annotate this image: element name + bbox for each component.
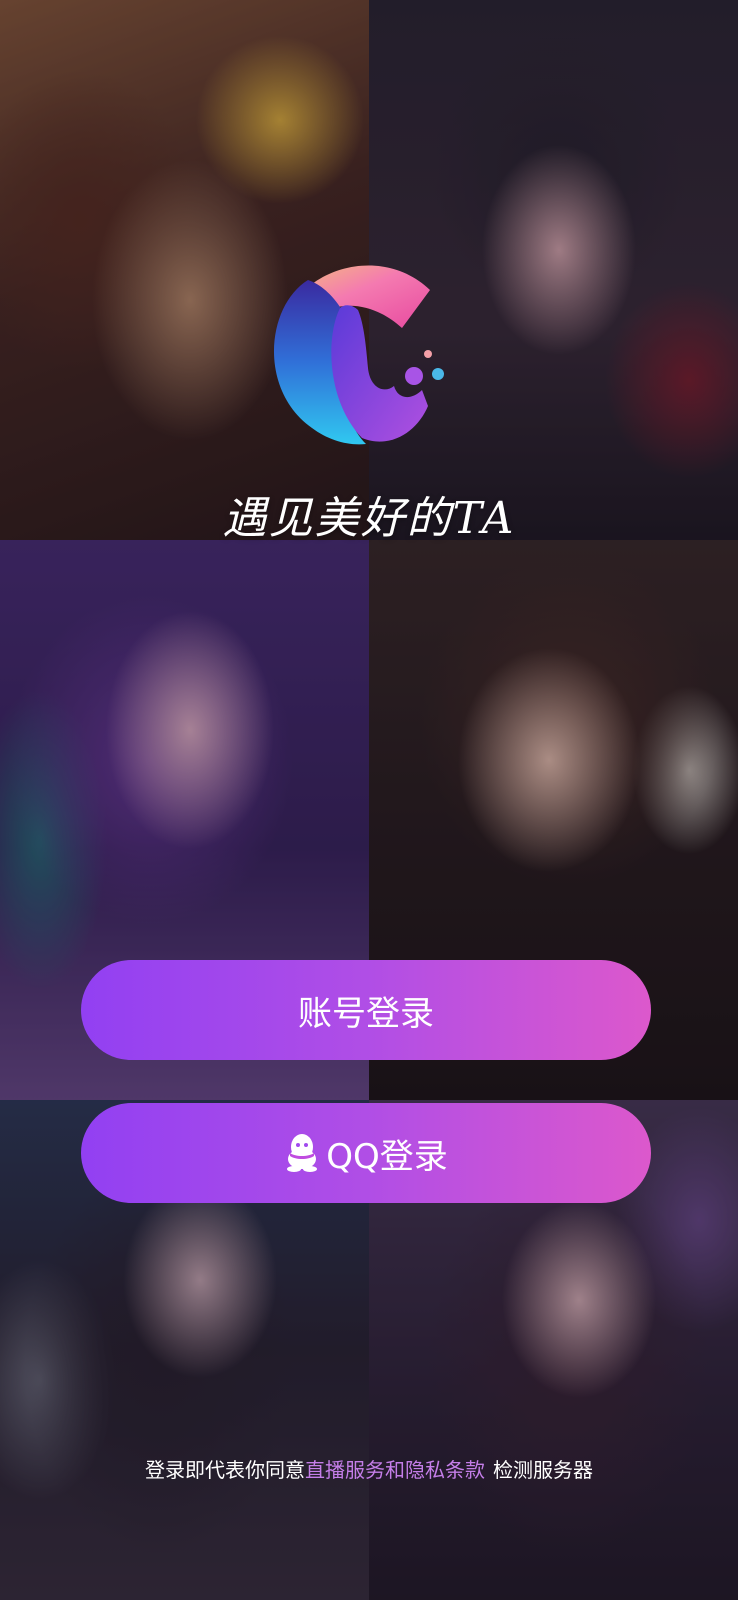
qq-penguin-icon (287, 1134, 318, 1172)
terms-privacy-link[interactable]: 直播服务和隐私条款 (305, 1458, 485, 1482)
background-photo-mosaic (0, 0, 738, 1600)
check-server-link[interactable]: 检测服务器 (493, 1458, 593, 1482)
terms-notice: 登录即代表你同意直播服务和隐私条款 检测服务器 (0, 1454, 738, 1483)
slogan: 遇见美好的TA (222, 493, 516, 544)
account-login-button[interactable]: 账号登录 (81, 960, 651, 1060)
c-logo-icon (273, 265, 444, 445)
qq-login-label: QQ登录 (326, 1136, 448, 1177)
terms-prefix: 登录即代表你同意 (145, 1458, 305, 1482)
qq-login-button[interactable]: QQ登录 (81, 1103, 651, 1203)
account-login-label: 账号登录 (298, 993, 434, 1034)
